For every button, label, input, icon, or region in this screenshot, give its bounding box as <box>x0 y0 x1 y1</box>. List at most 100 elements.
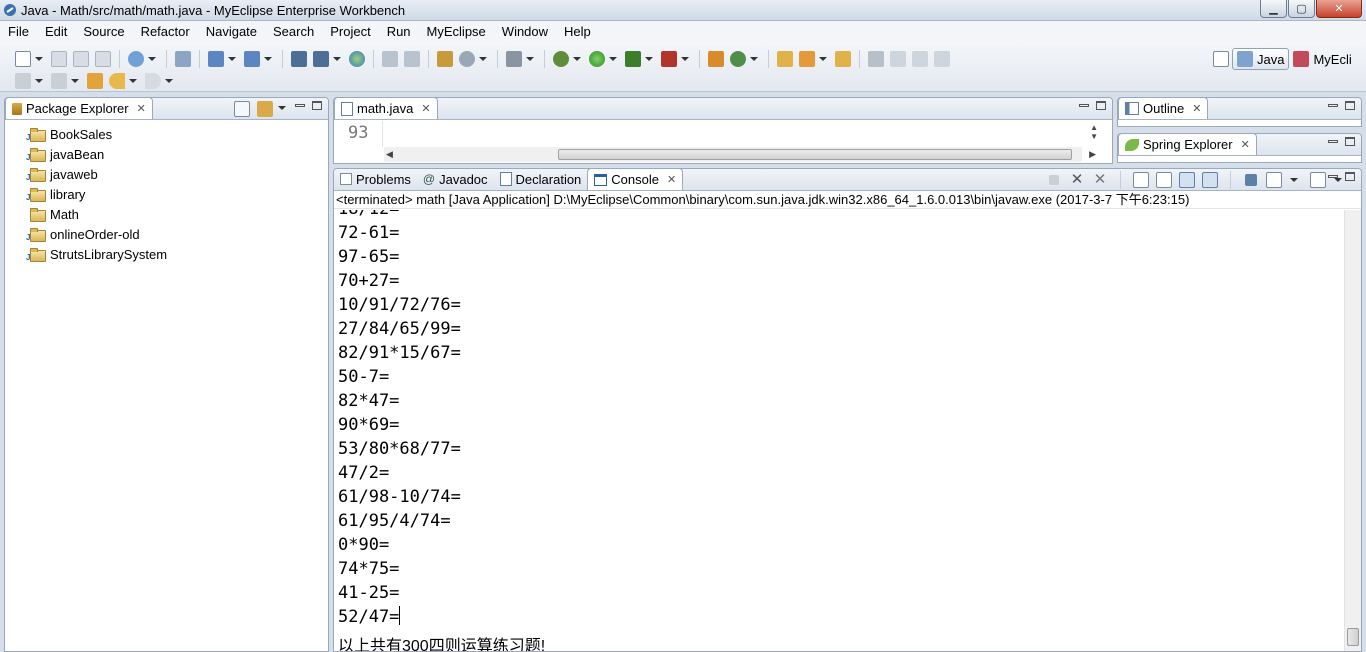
next-annotation-dropdown-icon[interactable] <box>35 79 43 83</box>
tree-item[interactable]: J BookSales <box>26 124 328 144</box>
display-console-dropdown-icon[interactable] <box>1290 178 1298 182</box>
terminate-icon[interactable] <box>1049 175 1059 185</box>
editor-vscroll-arrows[interactable]: ▲ ▼ <box>1090 123 1098 141</box>
pen-icon[interactable] <box>799 51 815 67</box>
remove-launch-icon[interactable]: ✕ <box>1069 172 1085 188</box>
open-folder-icon[interactable] <box>777 51 793 67</box>
block-icon[interactable] <box>912 51 928 67</box>
ant-icon[interactable] <box>291 51 307 67</box>
tree-item[interactable]: J library <box>26 184 328 204</box>
view-menu-icon[interactable] <box>278 106 286 110</box>
search-dropdown-icon[interactable] <box>264 57 272 61</box>
minimize-button[interactable]: ▁ <box>1260 0 1287 18</box>
remove-all-launches-icon[interactable]: ✕ <box>1092 172 1108 188</box>
search-tool-icon[interactable] <box>244 51 260 67</box>
tab-math-java[interactable]: math.java ✕ <box>334 98 438 119</box>
menu-search[interactable]: Search <box>265 21 322 42</box>
console-vscroll[interactable] <box>1344 210 1361 651</box>
debug-icon[interactable] <box>553 51 569 67</box>
tab-problems[interactable]: Problems <box>334 169 417 190</box>
display-console-icon[interactable] <box>1266 172 1282 188</box>
run-external-dropdown-icon[interactable] <box>645 57 653 61</box>
show-console-on-output-icon[interactable] <box>1202 172 1218 188</box>
web-dropdown-icon[interactable] <box>148 57 156 61</box>
pen-dropdown-icon[interactable] <box>819 57 827 61</box>
run-dropdown-icon[interactable] <box>609 57 617 61</box>
print-icon[interactable] <box>95 51 111 67</box>
editor-hscroll-thumb[interactable] <box>558 149 1072 160</box>
menu-source[interactable]: Source <box>75 21 132 42</box>
close-button[interactable]: ✕ <box>1316 0 1362 18</box>
save-icon[interactable] <box>51 51 67 67</box>
tab-spring-explorer[interactable]: Spring Explorer ✕ <box>1118 134 1257 155</box>
redo-edit-icon[interactable] <box>404 51 420 67</box>
debug-dropdown-icon[interactable] <box>573 57 581 61</box>
save-all-icon[interactable] <box>73 51 89 67</box>
menu-run[interactable]: Run <box>379 21 419 42</box>
scroll-lock-icon[interactable] <box>1156 172 1172 188</box>
deploy-icon[interactable] <box>208 51 224 67</box>
folder-icon[interactable] <box>835 51 851 67</box>
prev-annotation-dropdown-icon[interactable] <box>71 79 79 83</box>
undo-edit-icon[interactable] <box>382 51 398 67</box>
clear-console-icon[interactable] <box>1133 172 1149 188</box>
menu-edit[interactable]: Edit <box>37 21 75 42</box>
maximize-view-icon[interactable] <box>1345 172 1355 181</box>
close-tab-icon[interactable]: ✕ <box>1192 102 1201 115</box>
close-tab-icon[interactable]: ✕ <box>667 173 676 186</box>
tab-outline[interactable]: Outline ✕ <box>1118 98 1209 119</box>
menu-window[interactable]: Window <box>494 21 556 42</box>
new-icon[interactable] <box>15 51 31 67</box>
tree-item[interactable]: Math <box>29 204 328 224</box>
menu-project[interactable]: Project <box>322 21 378 42</box>
menu-myeclipse[interactable]: MyEclipse <box>419 21 494 42</box>
paragraph-icon[interactable] <box>934 51 950 67</box>
editor-hscroll[interactable]: ◀ ▶ <box>384 147 1096 162</box>
refresh-dropdown-icon[interactable] <box>750 57 758 61</box>
console-vscroll-thumb[interactable] <box>1347 628 1359 646</box>
pin-icon[interactable] <box>868 51 884 67</box>
perspective-java[interactable]: Java <box>1232 48 1290 70</box>
screenshot-icon[interactable] <box>506 51 522 67</box>
tree-item[interactable]: J onlineOrder-old <box>26 224 328 244</box>
open-type-dropdown-icon[interactable] <box>333 57 341 61</box>
new-package-icon[interactable] <box>459 51 475 67</box>
minimize-view-icon[interactable] <box>1328 175 1338 178</box>
minimize-view-icon[interactable] <box>1079 104 1089 107</box>
minimize-view-icon[interactable] <box>1328 140 1338 143</box>
back-dropdown-icon[interactable] <box>129 79 137 83</box>
maximize-view-icon[interactable] <box>1345 101 1355 110</box>
open-type-icon[interactable] <box>313 51 329 67</box>
open-task-icon[interactable] <box>708 51 724 67</box>
coverage-icon[interactable] <box>661 51 677 67</box>
new-class-icon[interactable] <box>437 51 453 67</box>
new-dropdown-icon[interactable] <box>35 57 43 61</box>
link-with-editor-icon[interactable] <box>257 101 273 117</box>
maximize-view-icon[interactable] <box>312 101 322 110</box>
menu-help[interactable]: Help <box>556 21 599 42</box>
menu-refactor[interactable]: Refactor <box>133 21 198 42</box>
new-web-project-icon[interactable] <box>128 51 144 67</box>
close-tab-icon[interactable]: ✕ <box>1241 138 1250 151</box>
tab-javadoc[interactable]: @ Javadoc <box>417 169 494 190</box>
scroll-left-icon[interactable]: ◀ <box>386 149 393 160</box>
close-tab-icon[interactable]: ✕ <box>421 102 430 115</box>
next-annotation-icon[interactable] <box>15 73 31 89</box>
minimize-view-icon[interactable] <box>295 104 305 107</box>
run-icon[interactable] <box>589 51 605 67</box>
maximize-view-icon[interactable] <box>1096 101 1106 110</box>
last-edit-icon[interactable] <box>87 73 103 89</box>
word-wrap-icon[interactable] <box>1179 172 1195 188</box>
run-external-icon[interactable] <box>625 51 641 67</box>
forward-icon[interactable] <box>145 73 161 89</box>
console-output[interactable]: 18/12= 72-61= 97-65= 70+27= 10/91/72/76=… <box>334 210 1344 651</box>
maximize-view-icon[interactable] <box>1345 137 1355 146</box>
globe-icon[interactable] <box>349 51 365 67</box>
menu-file[interactable]: File <box>0 21 37 42</box>
open-perspective-icon[interactable] <box>1213 51 1229 67</box>
tree-item[interactable]: J javaBean <box>26 144 328 164</box>
minimize-view-icon[interactable] <box>1328 104 1338 107</box>
tab-declaration[interactable]: Declaration <box>494 169 588 190</box>
refresh-icon[interactable] <box>730 51 746 67</box>
pin-console-icon[interactable] <box>1245 174 1257 186</box>
